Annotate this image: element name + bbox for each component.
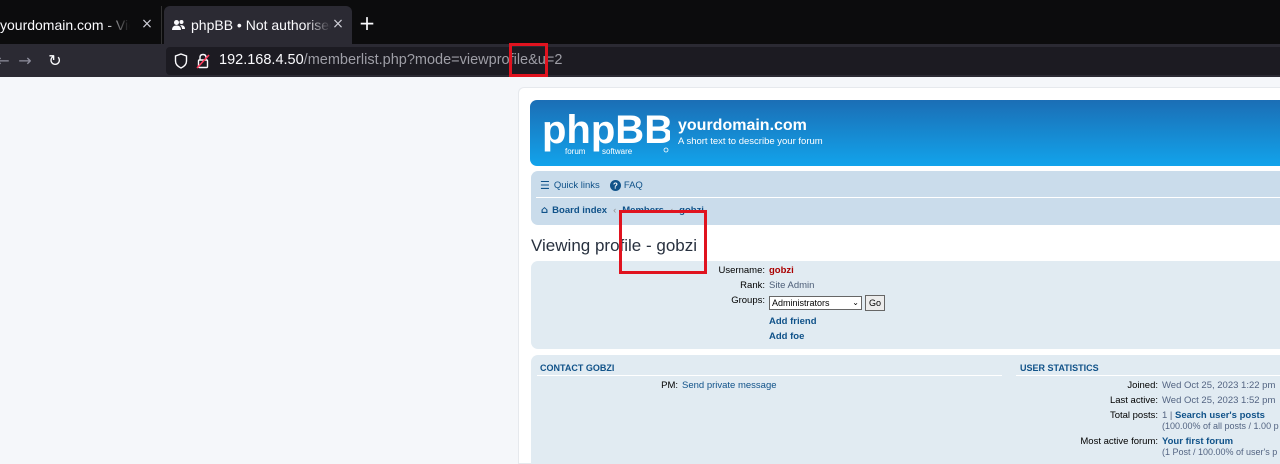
username-value: gobzi bbox=[769, 265, 794, 276]
navbar-divider bbox=[536, 197, 1280, 198]
faq-link[interactable]: FAQ bbox=[624, 180, 643, 191]
close-tab-icon[interactable]: × bbox=[330, 16, 346, 32]
site-description: A short text to describe your forum bbox=[678, 136, 823, 147]
most-active-forum-link[interactable]: Your first forum bbox=[1162, 436, 1233, 447]
url-host: 192.168.4.50 bbox=[219, 52, 304, 68]
breadcrumb-board-index[interactable]: Board index bbox=[552, 205, 607, 216]
shield-icon[interactable] bbox=[174, 53, 188, 69]
logo-sub-right: software bbox=[602, 147, 633, 156]
reload-button[interactable]: ↻ bbox=[44, 50, 66, 72]
total-posts-label: Total posts: bbox=[1109, 410, 1158, 421]
last-active-label: Last active: bbox=[1109, 395, 1158, 406]
forward-button[interactable]: → bbox=[14, 50, 36, 72]
stats-heading: USER STATISTICS bbox=[1020, 363, 1099, 373]
posts-percentage: (100.00% of all posts / 1.00 p bbox=[1162, 421, 1279, 431]
groups-selected-value: Administrators bbox=[772, 298, 830, 308]
title-annotation-box bbox=[619, 210, 707, 274]
profile-details-panel bbox=[531, 261, 1280, 349]
go-button[interactable]: Go bbox=[865, 295, 885, 311]
stats-heading-divider bbox=[1016, 375, 1280, 376]
browser-tab-viewing-profile[interactable]: yourdomain.com - Viewing p × bbox=[0, 6, 162, 44]
add-friend-link[interactable]: Add friend bbox=[769, 316, 817, 327]
browser-tab-bar: yourdomain.com - Viewing p × phpBB • Not… bbox=[0, 0, 1280, 44]
users-icon bbox=[172, 20, 185, 30]
groups-label: Groups: bbox=[731, 295, 765, 306]
home-icon[interactable]: ⌂ bbox=[541, 205, 548, 216]
contact-heading: CONTACT GOBZI bbox=[540, 363, 615, 373]
tab-title: phpBB • Not authorised to bbox=[191, 17, 331, 33]
insecure-lock-icon[interactable] bbox=[196, 53, 210, 69]
forum-percentage: (1 Post / 100.00% of user's p bbox=[1162, 447, 1278, 457]
total-posts-value: 1 | bbox=[1162, 410, 1173, 421]
phpbb-logo[interactable]: phpBB forum software bbox=[542, 108, 670, 158]
breadcrumb-separator: ‹ bbox=[613, 204, 617, 216]
logo-text: phpBB bbox=[542, 108, 670, 152]
chevron-down-icon: ⌄ bbox=[852, 298, 859, 307]
url-bar[interactable]: 192.168.4.50/memberlist.php?mode=viewpro… bbox=[166, 47, 1280, 75]
rank-value: Site Admin bbox=[769, 280, 815, 291]
new-tab-button[interactable]: + bbox=[356, 12, 378, 34]
svg-text:?: ? bbox=[613, 181, 618, 190]
joined-label: Joined: bbox=[1127, 380, 1158, 391]
joined-value: Wed Oct 25, 2023 1:22 pm bbox=[1162, 380, 1276, 391]
browser-nav-bar: ← → ↻ 192.168.4.50/memberlist.php?mode=v… bbox=[0, 44, 1280, 77]
username-label: Username: bbox=[718, 265, 765, 276]
total-posts-row: 1 | Search user's posts bbox=[1162, 410, 1265, 421]
question-circle-icon[interactable]: ? bbox=[609, 179, 621, 191]
groups-select[interactable]: Administrators ⌄ bbox=[769, 296, 862, 310]
logo-sub-left: forum bbox=[565, 147, 586, 156]
browser-tab-not-authorised[interactable]: phpBB • Not authorised to × bbox=[164, 6, 352, 44]
quick-links-button[interactable]: Quick links bbox=[554, 180, 600, 191]
hamburger-icon[interactable]: ☰ bbox=[540, 179, 550, 192]
contact-heading-divider bbox=[537, 375, 1002, 376]
send-pm-link[interactable]: Send private message bbox=[682, 380, 777, 391]
back-button[interactable]: ← bbox=[0, 50, 14, 72]
tab-title: yourdomain.com - Viewing p bbox=[0, 17, 130, 33]
search-posts-link[interactable]: Search user's posts bbox=[1175, 410, 1265, 421]
url-annotation-box bbox=[509, 43, 548, 77]
site-title: yourdomain.com bbox=[678, 117, 807, 134]
pm-label: PM: bbox=[661, 380, 678, 391]
close-tab-icon[interactable]: × bbox=[139, 16, 155, 32]
quick-links-row: ☰ Quick links ? FAQ bbox=[540, 177, 653, 193]
add-foe-link[interactable]: Add foe bbox=[769, 331, 804, 342]
most-active-forum-label: Most active forum: bbox=[1080, 436, 1158, 447]
rank-label: Rank: bbox=[740, 280, 765, 291]
last-active-value: Wed Oct 25, 2023 1:52 pm bbox=[1162, 395, 1276, 406]
